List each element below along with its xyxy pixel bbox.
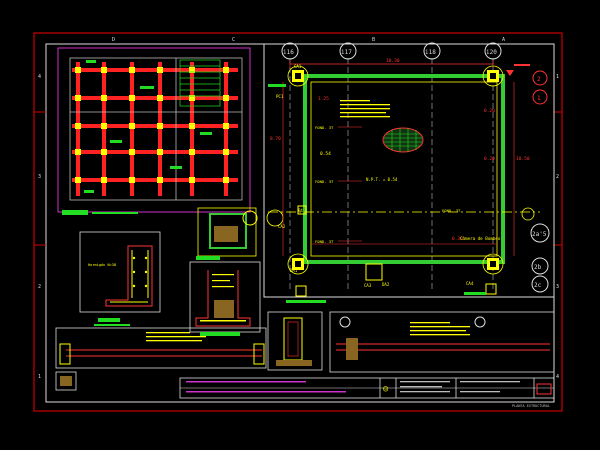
detail-left-caption-2	[94, 324, 130, 326]
grid-bubble-i20[interactable]: i20	[484, 42, 502, 60]
right-bubbles[interactable]: 2 1 2a'5 2b 2c	[530, 70, 550, 293]
right-bubble-1-label: 1	[537, 95, 541, 102]
tag-ca2: CA2	[278, 224, 286, 229]
fond-label-1: FOND. 3T	[315, 125, 334, 130]
pile-rings	[266, 65, 535, 275]
tag-ca4: CA4	[466, 281, 474, 286]
grid-bubble-i17-label: i17	[341, 49, 352, 56]
fond-label-2: FOND. 3T	[315, 179, 334, 184]
title-caption: PLANTA ESTRUCTURAL	[512, 404, 550, 408]
dim-right-1: 10.50	[516, 156, 530, 162]
right-bubble-2c-label: 2c	[534, 282, 542, 289]
right-bubble-2b-label: 2b	[534, 264, 542, 271]
grid-bubble-i20-label: i20	[486, 49, 497, 56]
ruler-right-2: 2	[556, 174, 559, 180]
ruler-right-4: 4	[556, 374, 559, 380]
right-bubble-2a5[interactable]: 2a'5	[530, 223, 550, 243]
dim-top-left: 1.25	[318, 96, 329, 102]
tag-ca3: CA3	[364, 283, 372, 288]
tag-da2: DA2	[382, 282, 390, 287]
ruler-right-1: 1	[556, 74, 559, 80]
main-plan[interactable]: i16 i17 i18 i20 10.30 8.70 10.50 1.25 0.…	[263, 42, 555, 303]
ruler-left-3: 3	[38, 174, 41, 180]
grid-bubble-i18-label: i18	[425, 49, 436, 56]
foundation-key-plan[interactable]	[57, 47, 251, 215]
ruler-left: 4 3 2 1	[38, 74, 41, 380]
top-dimension-text: 10.30	[386, 58, 400, 64]
plan-notes	[340, 100, 390, 118]
ruler-top-c: C	[232, 37, 235, 43]
dim-right-3: 0.20	[484, 156, 495, 162]
fond-leaders	[338, 126, 362, 242]
dim-left-1: 8.70	[270, 136, 281, 142]
grid-bubble-i16-label: i16	[283, 49, 294, 56]
ruler-left-1: 1	[38, 374, 41, 380]
right-elevation-markers	[506, 64, 530, 76]
tag-labels: CA1 CA2 CA3 CA4 DA1 DA2 P4	[278, 64, 474, 288]
ruler-right: 1 2 3 4	[556, 74, 559, 380]
detail-section-top-center[interactable]	[196, 207, 258, 260]
right-bubble-2a5-label: 2a'5	[532, 231, 547, 238]
room-walls	[303, 74, 505, 264]
grid-bubble-i17[interactable]: i17	[339, 42, 357, 60]
fond-label-4: FOND. 3T	[442, 208, 461, 213]
sump-hatch	[382, 127, 424, 153]
detail-beam-right[interactable]	[329, 311, 555, 373]
tag-ca1: CA1	[294, 64, 302, 69]
ruler-top-b: B	[372, 37, 375, 43]
right-bubble-2c[interactable]: 2c	[531, 275, 549, 293]
detail-section-left[interactable]: Hormigón N=38	[79, 231, 161, 326]
right-bubble-1[interactable]: 1	[532, 89, 548, 105]
bottom-left-legend	[55, 371, 77, 391]
grid-bubble-i16[interactable]: i16	[281, 42, 299, 60]
tag-da1: DA1	[290, 268, 298, 273]
camera-label: Câmera de Bombeo	[460, 236, 501, 241]
title-logo: ☺	[383, 385, 389, 395]
detail-hormigon-label: Hormigón N=38	[88, 263, 116, 267]
ruler-right-3: 3	[556, 284, 559, 290]
interior-dimensions	[282, 82, 515, 256]
ruler-top: D C B A	[112, 37, 505, 43]
ruler-top-d: D	[112, 37, 115, 43]
grid-bubble-i18[interactable]: i18	[423, 42, 441, 60]
title-block[interactable]: ☺ PLANTA ESTRUCTURAL	[179, 377, 555, 408]
right-bubble-2[interactable]: 2	[532, 70, 548, 86]
grid-axis-lines	[289, 58, 494, 290]
tag-p4: P4	[298, 208, 303, 213]
detail-footing-caption	[200, 332, 240, 336]
npt-label: N.P.T. = 0.54	[366, 177, 398, 182]
key-plan-caption-bar	[62, 210, 88, 215]
detail-left-caption	[98, 318, 120, 322]
right-bubble-2-label: 2	[537, 76, 541, 83]
dim-mid: 0.54	[320, 151, 331, 157]
pc1-label: PC1	[276, 94, 284, 99]
key-plan-beams	[72, 62, 238, 196]
detail-top-caption	[196, 256, 220, 260]
fond-label-3: FOND. 3T	[315, 239, 334, 244]
cad-drawing-canvas[interactable]: D C B A 1 2 3 4 4 3 2 1 i16 i17 i18 i20 …	[0, 0, 600, 450]
detail-column-elevation[interactable]	[267, 311, 323, 371]
detail-footing-section[interactable]	[189, 261, 261, 336]
ruler-left-4: 4	[38, 74, 41, 80]
dim-right-2: 0.20	[484, 108, 495, 114]
ruler-top-a: A	[502, 37, 505, 43]
ruler-left-2: 2	[38, 284, 41, 290]
right-bubble-2b[interactable]: 2b	[531, 257, 549, 275]
key-plan-caption-underline	[92, 212, 138, 214]
